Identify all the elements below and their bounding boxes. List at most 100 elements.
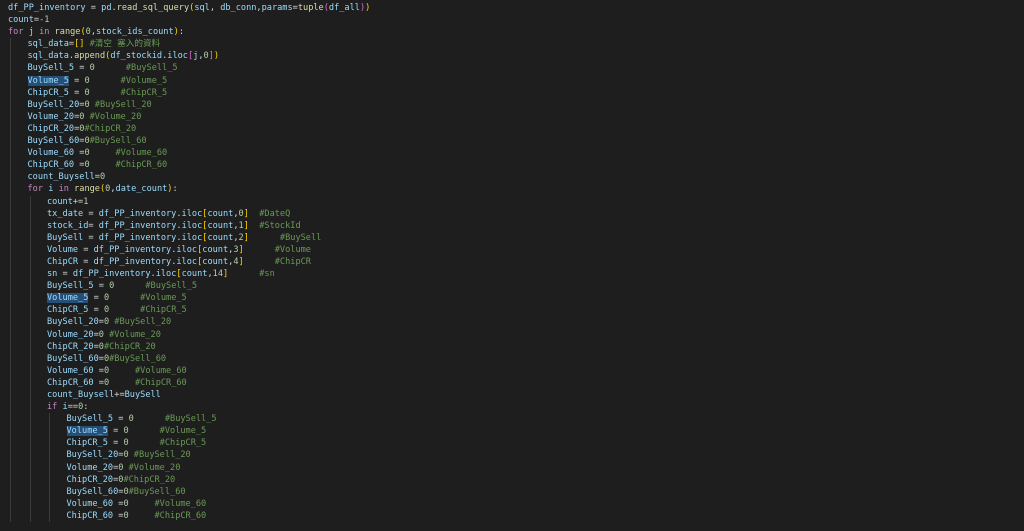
code-token: in xyxy=(53,184,75,195)
code-token: #Volume_60 xyxy=(128,498,207,509)
indent-guide xyxy=(10,280,11,293)
code-token: ChipCR_20 xyxy=(66,474,114,485)
code-line[interactable]: count+=1 xyxy=(8,195,1024,208)
code-token: = xyxy=(107,438,124,449)
indent-guide xyxy=(29,292,31,305)
code-line[interactable]: Volume_20=0 #Volume_20 xyxy=(8,328,1024,341)
indent-guide xyxy=(10,62,11,75)
code-line[interactable]: Volume = df_PP_inventory.iloc[count,3] #… xyxy=(8,243,1024,256)
code-token: count_Buysell xyxy=(47,390,115,400)
code-token: BuySell xyxy=(47,232,84,243)
code-line[interactable]: BuySell_5 = 0 #BuySell_5 xyxy=(8,62,1024,75)
indent-guide xyxy=(10,413,11,426)
code-line[interactable]: sql_data=[] #清空 塞入的資料 xyxy=(8,38,1024,51)
code-line[interactable]: Volume_20=0 #Volume_20 xyxy=(8,461,1024,474)
code-line[interactable]: ChipCR_60 =0 #ChipCR_60 xyxy=(8,509,1024,523)
code-line[interactable]: count_Buysell=0 xyxy=(8,171,1024,184)
code-token: ChipCR_5 xyxy=(66,438,108,449)
code-line[interactable]: BuySell_60=0#BuySell_60 xyxy=(8,485,1024,498)
indent-guide xyxy=(10,147,11,160)
code-token: BuySell_60 xyxy=(47,353,99,364)
code-line[interactable]: ChipCR_5 = 0 #ChipCR_5 xyxy=(8,86,1024,99)
code-token: range xyxy=(74,184,100,195)
code-line[interactable]: Volume_5 = 0 #Volume_5 xyxy=(8,292,1024,305)
code-line[interactable]: Volume_5 = 0 #Volume_5 xyxy=(8,74,1024,87)
code-line[interactable]: ChipCR_20=0#ChipCR_20 xyxy=(8,473,1024,486)
code-line[interactable]: ChipCR_5 = 0 #ChipCR_5 xyxy=(8,304,1024,317)
code-token: #Volume xyxy=(243,244,311,255)
code-token: BuySell_60 xyxy=(27,136,80,147)
indent-guide xyxy=(10,509,11,523)
code-line[interactable]: Volume_60 =0 #Volume_60 xyxy=(8,147,1024,160)
code-line[interactable]: stock_id= df_PP_inventory.iloc[count,1] … xyxy=(8,219,1024,232)
code-token: #BuySell_60 xyxy=(128,486,186,497)
code-line[interactable]: ChipCR_60 =0 #ChipCR_60 xyxy=(8,376,1024,389)
code-line[interactable]: sql_data.append(df_stockid.iloc[j,0]) xyxy=(8,50,1024,63)
indent-guide xyxy=(10,231,11,244)
code-line[interactable]: BuySell_5 = 0 #BuySell_5 xyxy=(8,280,1024,293)
code-token: count xyxy=(202,244,229,255)
indent-guide xyxy=(49,437,50,450)
code-token: count_Buysell xyxy=(27,172,95,183)
indent-guide xyxy=(49,509,50,523)
code-token: iloc xyxy=(176,256,198,267)
code-line[interactable]: ChipCR_5 = 0 #ChipCR_5 xyxy=(8,437,1024,450)
indent-guide xyxy=(10,86,11,99)
code-token: Volume_60 xyxy=(47,365,94,376)
code-line[interactable]: BuySell_20=0 #BuySell_20 xyxy=(8,98,1024,111)
indent-guide xyxy=(29,473,31,486)
code-token: sql_data xyxy=(27,51,69,62)
code-token: range xyxy=(54,27,81,38)
indent-guide xyxy=(10,389,11,402)
code-line[interactable]: count=-1 xyxy=(8,14,1024,26)
indent-guide xyxy=(10,437,11,450)
code-line[interactable]: BuySell_5 = 0 #BuySell_5 xyxy=(8,413,1024,426)
code-token: read_sql_query xyxy=(116,3,190,13)
code-token: db_conn xyxy=(220,3,257,13)
indent-guide xyxy=(29,413,31,426)
indent-guide xyxy=(10,183,11,196)
code-token: = xyxy=(113,498,124,509)
code-token: = xyxy=(85,3,102,13)
indent-guide xyxy=(29,449,31,462)
code-token: ) xyxy=(365,3,371,13)
code-token: = xyxy=(68,87,85,98)
code-line[interactable]: BuySell_20=0 #BuySell_20 xyxy=(8,449,1024,462)
code-line[interactable]: ChipCR_20=0#ChipCR_20 xyxy=(8,340,1024,353)
code-line[interactable]: count_Buysell+=BuySell xyxy=(8,389,1024,402)
code-line[interactable]: tx_date = df_PP_inventory.iloc[count,0] … xyxy=(8,207,1024,220)
code-token: count xyxy=(47,196,73,207)
code-line[interactable]: ChipCR = df_PP_inventory.iloc[count,4] #… xyxy=(8,255,1024,269)
code-line[interactable]: for j in range(0,stock_ids_count): xyxy=(8,26,1024,38)
code-line[interactable]: BuySell = df_PP_inventory.iloc[count,2] … xyxy=(8,231,1024,244)
code-line[interactable]: Volume_20=0 #Volume_20 xyxy=(8,110,1024,123)
code-token: #BuySell_20 xyxy=(89,99,152,110)
indent-guide xyxy=(10,255,11,269)
code-line[interactable]: BuySell_60=0#BuySell_60 xyxy=(8,135,1024,148)
code-line[interactable]: Volume_60 =0 #Volume_60 xyxy=(8,364,1024,377)
code-token: #Volume_60 xyxy=(89,148,168,159)
code-line[interactable]: Volume_5 = 0 #Volume_5 xyxy=(8,425,1024,438)
code-token: #Volume_20 xyxy=(123,462,181,473)
code-token: : xyxy=(172,184,178,195)
code-line[interactable]: sn = df_PP_inventory.iloc[count,14] #sn xyxy=(8,268,1024,281)
code-line[interactable]: if i==0: xyxy=(8,401,1024,414)
code-token: iloc xyxy=(176,244,198,255)
code-line[interactable]: ChipCR_60 =0 #ChipCR_60 xyxy=(8,159,1024,172)
code-line[interactable]: for i in range(0,date_count): xyxy=(8,183,1024,196)
code-line[interactable]: df_PP_inventory = pd.read_sql_query(sql,… xyxy=(8,2,1024,14)
code-line[interactable]: BuySell_20=0 #BuySell_20 xyxy=(8,316,1024,329)
code-line[interactable]: ChipCR_20=0#ChipCR_20 xyxy=(8,122,1024,136)
code-token: stock_ids_count xyxy=(96,27,174,38)
indent-guide xyxy=(29,268,31,281)
code-token: 0 xyxy=(99,172,106,183)
code-editor[interactable]: df_PP_inventory = pd.read_sql_query(sql,… xyxy=(0,0,1024,531)
code-token: Volume_60 xyxy=(27,148,75,159)
code-token: , xyxy=(209,3,221,13)
code-token: sn xyxy=(47,269,58,280)
code-area[interactable]: df_PP_inventory = pd.read_sql_query(sql,… xyxy=(8,2,1024,523)
code-line[interactable]: BuySell_60=0#BuySell_60 xyxy=(8,352,1024,365)
code-token: = xyxy=(68,75,85,86)
code-line[interactable]: Volume_60 =0 #Volume_60 xyxy=(8,497,1024,510)
code-token: ChipCR_20 xyxy=(47,341,94,352)
